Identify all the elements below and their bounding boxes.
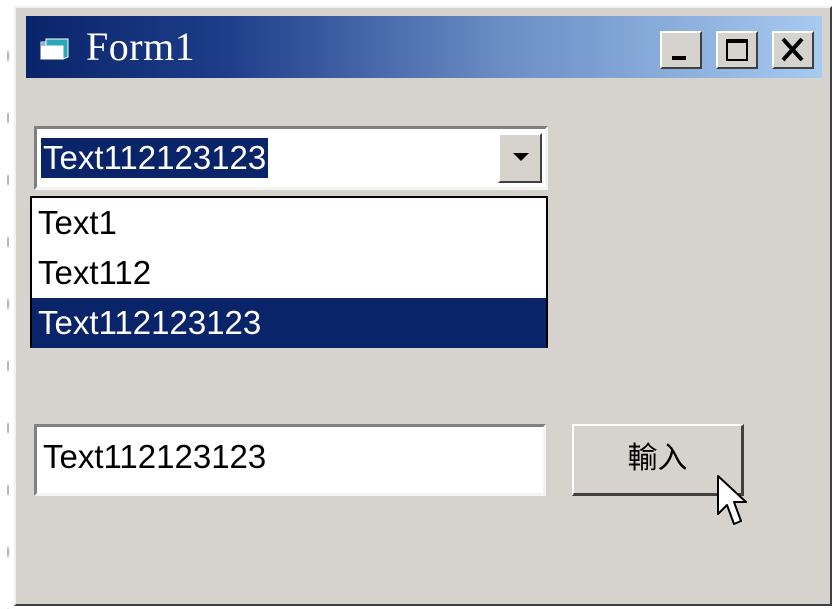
combo-selected-text[interactable]: Text112123123 xyxy=(41,138,269,178)
maximize-button[interactable] xyxy=(716,31,758,69)
mouse-cursor-icon xyxy=(717,475,747,525)
list-item[interactable]: Text112 xyxy=(32,248,546,298)
combo-box[interactable]: Text112123123 xyxy=(34,126,548,190)
designer-grid xyxy=(0,0,14,609)
text-input[interactable]: Text112123123 xyxy=(34,424,546,496)
minimize-icon xyxy=(672,56,686,60)
window-title: Form1 xyxy=(86,24,196,69)
form-window: Form1 Text112123123 Text1 Text112 Text11… xyxy=(14,6,832,606)
maximize-icon xyxy=(726,39,748,61)
list-item[interactable]: Text1 xyxy=(32,198,546,248)
text-input-value: Text112123123 xyxy=(43,438,267,475)
close-button[interactable] xyxy=(772,31,814,69)
form-window-icon xyxy=(40,38,69,60)
list-item-selected[interactable]: Text112123123 xyxy=(32,298,546,348)
title-bar[interactable]: Form1 xyxy=(26,16,822,78)
close-icon xyxy=(781,37,804,62)
minimize-button[interactable] xyxy=(660,31,702,69)
chevron-down-icon xyxy=(513,153,529,161)
combo-dropdown-button[interactable] xyxy=(498,133,542,183)
combo-dropdown-list: Text1 Text112 Text112123123 xyxy=(30,196,548,348)
